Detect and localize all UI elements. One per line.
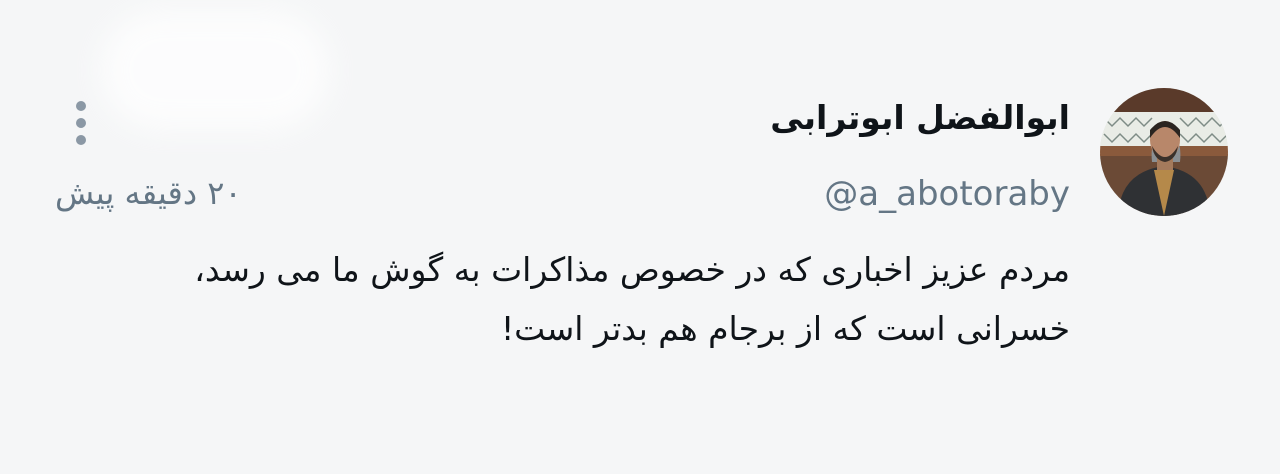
author-name[interactable]: ابوالفضل ابوترابی xyxy=(770,98,1070,137)
more-dot xyxy=(76,135,86,145)
more-vertical-icon[interactable] xyxy=(64,96,100,150)
avatar-image xyxy=(1100,88,1228,216)
tweet-text: مردم عزیز اخباری که در خصوص مذاکرات به گ… xyxy=(194,250,1070,348)
blurred-smudge xyxy=(100,10,330,130)
more-dot xyxy=(76,118,86,128)
avatar[interactable] xyxy=(1100,88,1228,216)
author-handle[interactable]: @a_abotoraby xyxy=(824,174,1070,214)
tweet-timestamp[interactable]: ۲۰ دقیقه پیش xyxy=(55,174,242,212)
more-dot xyxy=(76,101,86,111)
